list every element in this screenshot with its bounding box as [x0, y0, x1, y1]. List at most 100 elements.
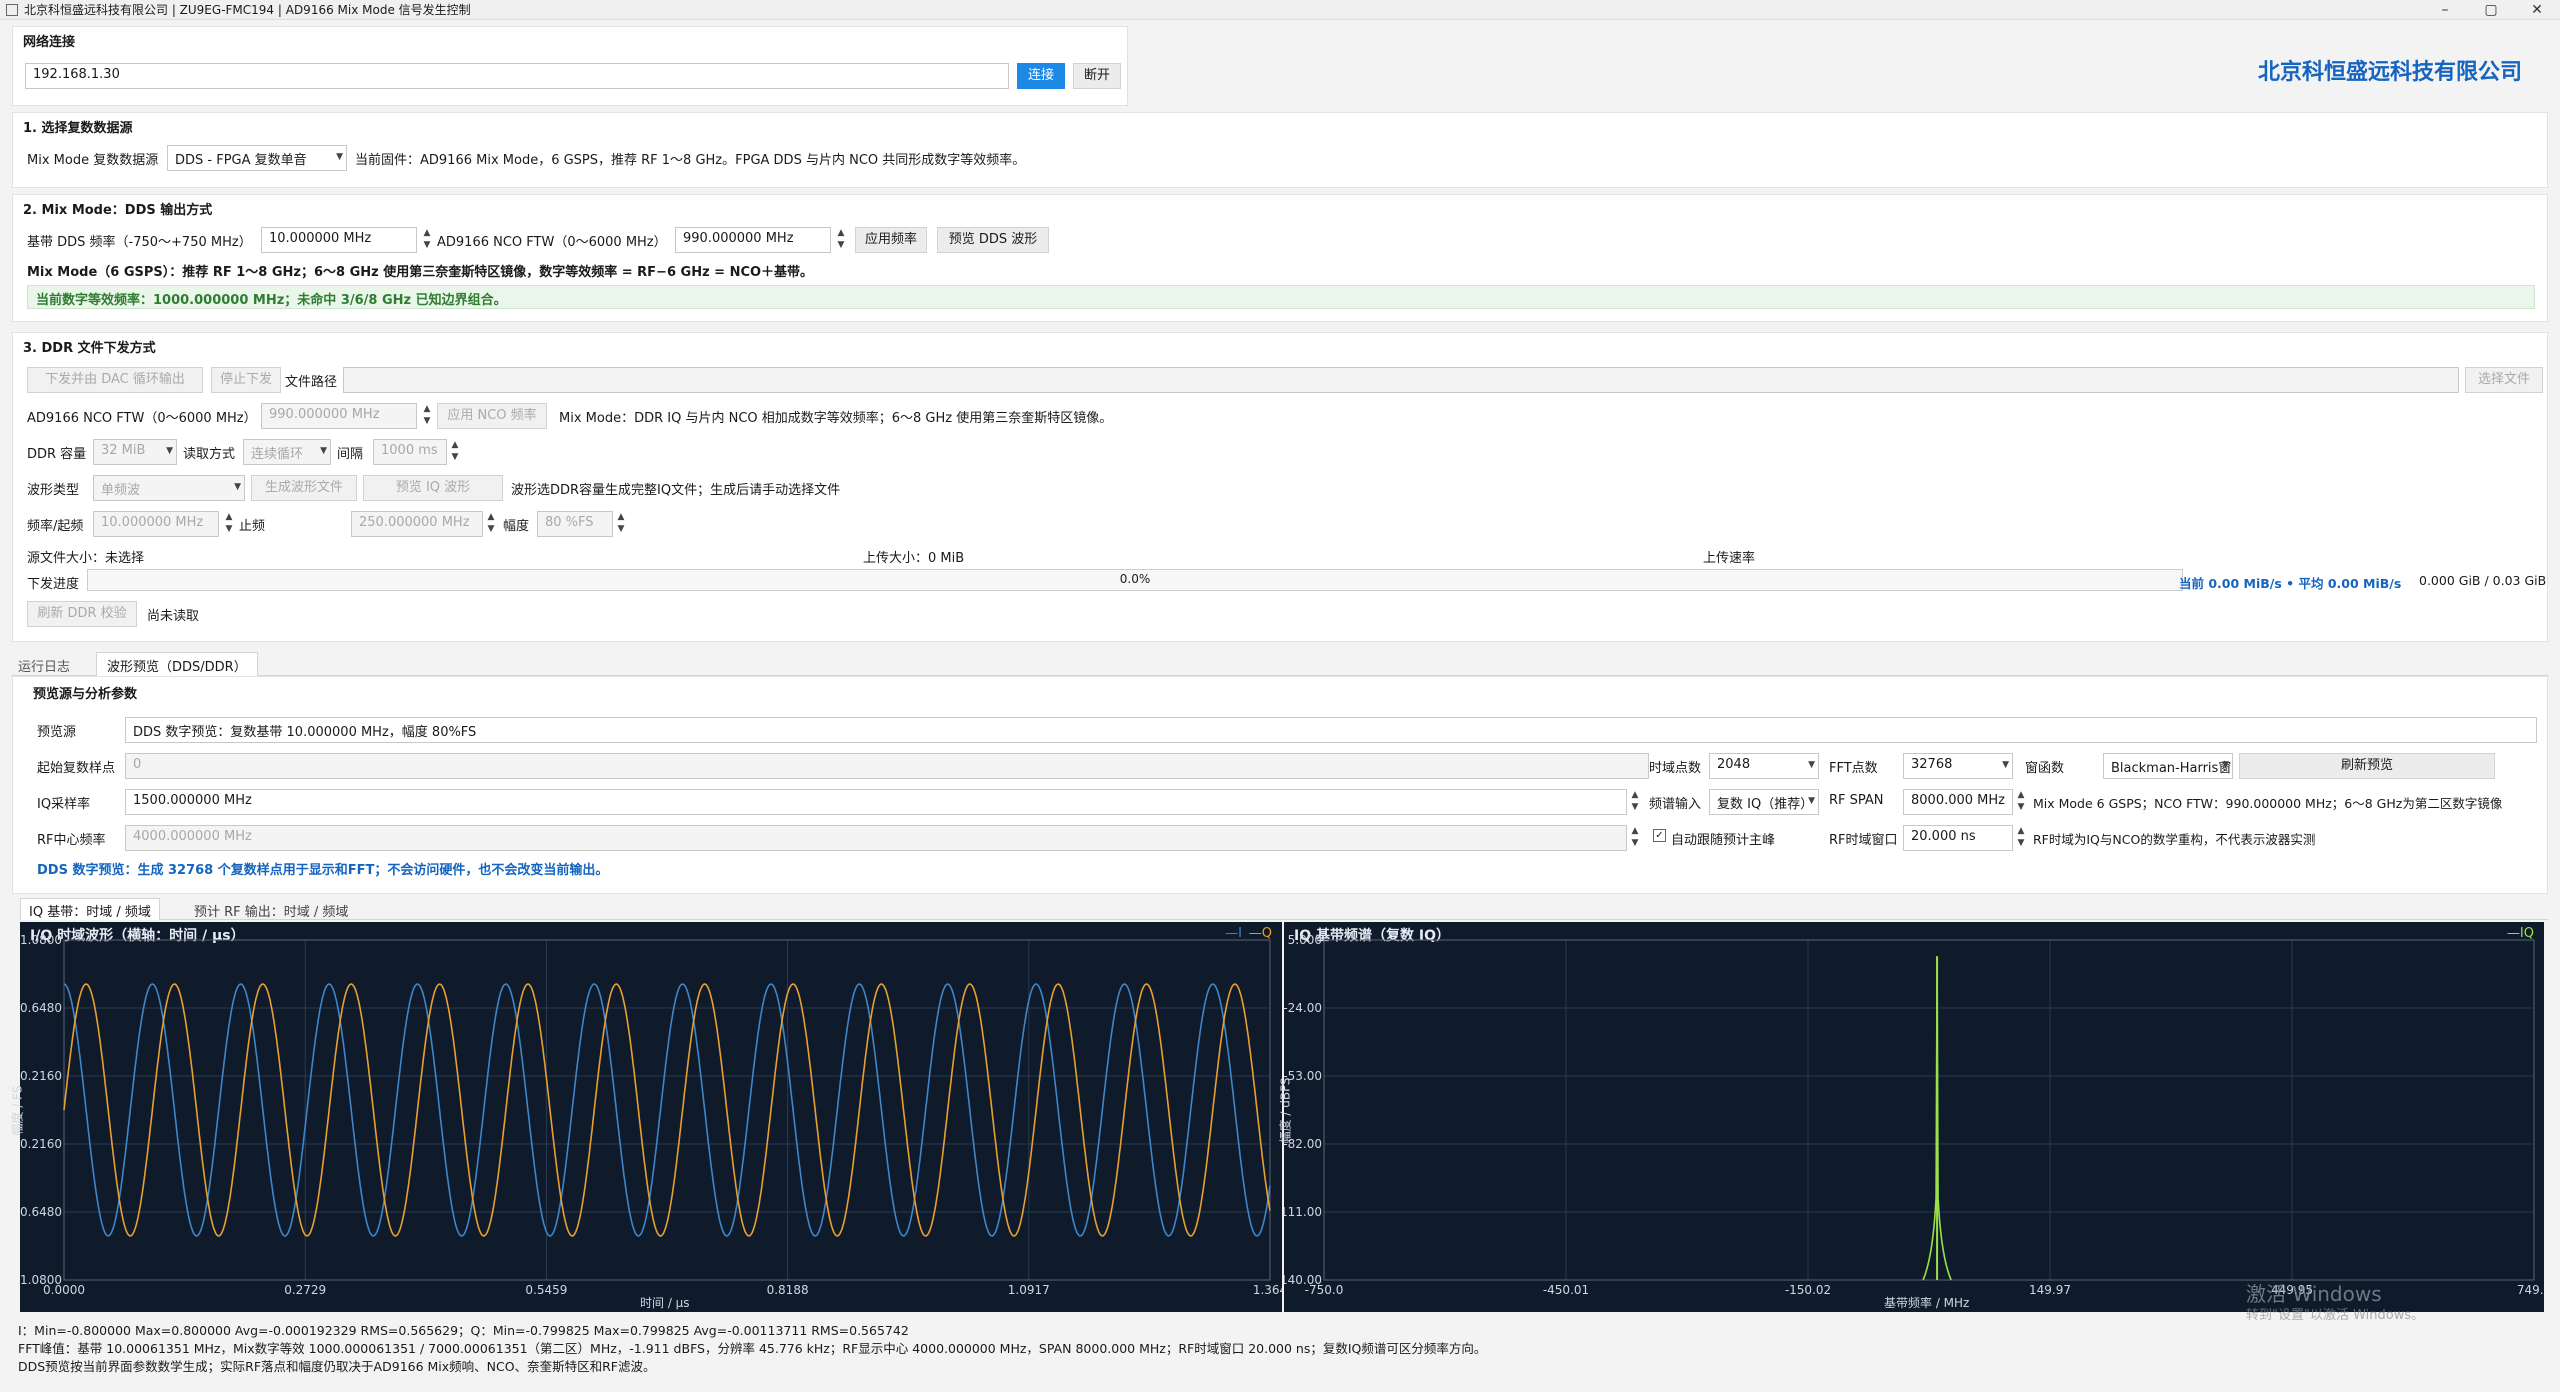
tab-rf-output[interactable]: 预计 RF 输出：时域 / 频域 [194, 901, 348, 920]
ddr-read-status: 尚未读取 [147, 609, 200, 624]
y-tick-label: 5.000 [1288, 933, 1322, 947]
stop-freq-spin-icon[interactable]: ▲ ▼ [483, 511, 499, 537]
spec-input-select[interactable]: 复数 IQ（推荐） ▼ [1709, 789, 1819, 815]
read-mode-select[interactable]: 连续循环 ▼ [243, 439, 331, 465]
y-tick-label: -1.0800 [20, 1273, 62, 1287]
time-xlabel: 时间 / μs [640, 1296, 690, 1310]
iq-rate-input[interactable]: 1500.000000 MHz [125, 789, 1627, 815]
fft-points-label: FFT点数 [1829, 761, 1878, 776]
window-func-label: 窗函数 [2025, 761, 2065, 776]
network-panel: 网络连接 192.168.1.30 连接 断开 [12, 26, 1128, 106]
tab-log[interactable]: 运行日志 [18, 656, 70, 675]
amp-spin-icon[interactable]: ▲ ▼ [613, 511, 629, 537]
spec-input-label: 频谱输入 [1649, 797, 1702, 812]
start-sample-input[interactable]: 0 [125, 753, 1649, 779]
window-title: 北京科恒盛远科技有限公司 | ZU9EG-FMC194 | AD9166 Mix… [24, 3, 471, 17]
freq-spin-icon[interactable]: ▲ ▼ [221, 511, 237, 537]
choose-file-button[interactable]: 选择文件 [2465, 367, 2543, 393]
sub-tab-bar: IQ 基带：时域 / 频域 预计 RF 输出：时域 / 频域 [20, 898, 2548, 920]
ddr-cap-select[interactable]: 32 MiB ▼ [93, 439, 177, 465]
section-data-source: 1. 选择复数数据源 Mix Mode 复数数据源 DDS - FPGA 复数单… [12, 112, 2548, 188]
freq-input[interactable]: 10.000000 MHz [93, 511, 219, 537]
ddr-nco-spin-icon[interactable]: ▲ ▼ [419, 403, 435, 429]
stop-freq-input[interactable]: 250.000000 MHz [351, 511, 483, 537]
y-tick-label: 1.0800 [20, 933, 62, 947]
span-input[interactable]: 8000.000 MHz [1903, 789, 2013, 815]
mix-info: Mix Mode 6 GSPS；NCO FTW：990.000000 MHz；6… [2033, 796, 2503, 811]
main-tab-bar: 运行日志 波形预览（DDS/DDR） [12, 652, 2548, 676]
iq-rate-spin-icon[interactable]: ▲ ▼ [1627, 789, 1643, 815]
dds-freq-input[interactable]: 10.000000 MHz [261, 227, 417, 253]
rf-center-input[interactable]: 4000.000000 MHz [125, 825, 1627, 851]
amp-input[interactable]: 80 %FS [537, 511, 613, 537]
dac-send-button[interactable]: 下发并由 DAC 循环输出 [27, 367, 203, 393]
activate-windows-watermark: 激活 Windows [2246, 1282, 2382, 1306]
series-q-line [63, 983, 1271, 1237]
section3-title: 3. DDR 文件下发方式 [23, 341, 156, 356]
ddr-nco-input[interactable]: 990.000000 MHz [261, 403, 417, 429]
td-points-select[interactable]: 2048 ▼ [1709, 753, 1819, 779]
chevron-down-icon: ▼ [166, 446, 173, 456]
src-size-label: 源文件大小：未选择 [27, 551, 145, 566]
disconnect-button[interactable]: 断开 [1073, 63, 1121, 89]
refresh-preview-button[interactable]: 刷新预览 [2239, 753, 2495, 779]
ddr-mix-note: Mix Mode：DDR IQ 与片内 NCO 相加成数字等效频率；6～8 GH… [559, 411, 1113, 426]
nco-freq-input[interactable]: 990.000000 MHz [675, 227, 831, 253]
td-points-label: 时域点数 [1649, 761, 1702, 776]
connect-button[interactable]: 连接 [1017, 63, 1065, 89]
y-tick-label: -24.00 [1284, 1001, 1322, 1015]
stats-line-1: I：Min=-0.800000 Max=0.800000 Avg=-0.0001… [18, 1323, 909, 1338]
network-title: 网络连接 [23, 35, 76, 50]
upload-size-label: 上传大小：0 MiB [863, 551, 965, 566]
dds-freq-label: 基带 DDS 频率（-750～+750 MHz） [27, 235, 252, 250]
close-icon[interactable]: ✕ [2514, 2, 2560, 18]
section-dds: 2. Mix Mode：DDS 输出方式 基带 DDS 频率（-750～+750… [12, 194, 2548, 322]
ip-input[interactable]: 192.168.1.30 [25, 63, 1009, 89]
preview-iq-button[interactable]: 预览 IQ 波形 [363, 475, 503, 501]
upload-rate-label: 上传速率 [1703, 551, 1756, 566]
spectrum-svg: -750.0-450.01-150.02149.97449.95749.95.0… [1284, 933, 2544, 1297]
preview-src-label: 预览源 [37, 725, 77, 740]
progress-text: 0.0% [1119, 572, 1151, 586]
chevron-down-icon: ▼ [1808, 796, 1815, 806]
maximize-icon[interactable]: ▢ [2468, 2, 2514, 18]
time-ylabel: 幅度 / FS [10, 1085, 25, 1136]
auto-follow-checkbox[interactable]: ✓ [1653, 829, 1666, 842]
interval-input[interactable]: 1000 ms [373, 439, 447, 465]
apply-nco-button[interactable]: 应用 NCO 频率 [437, 403, 547, 429]
iq-rate-label: IQ采样率 [37, 797, 91, 812]
chevron-down-icon: ▼ [1808, 760, 1815, 770]
file-path-input[interactable] [343, 367, 2459, 393]
interval-spin-icon[interactable]: ▲ ▼ [447, 439, 463, 465]
tab-wave-preview[interactable]: 波形预览（DDS/DDR） [96, 652, 258, 676]
company-name: 北京科恒盛远科技有限公司 [2258, 60, 2523, 85]
dds-freq-spin-icon[interactable]: ▲ ▼ [419, 227, 435, 253]
nco-freq-spin-icon[interactable]: ▲ ▼ [833, 227, 849, 253]
gen-wave-button[interactable]: 生成波形文件 [251, 475, 357, 501]
source-select[interactable]: DDS - FPGA 复数单音 ▼ [167, 145, 347, 171]
x-tick-label: 0.8188 [767, 1283, 809, 1297]
window-func-select[interactable]: Blackman-Harris窗 ▼ [2103, 753, 2233, 779]
wave-type-select[interactable]: 单频波 ▼ [93, 475, 245, 501]
rf-window-label: RF时域窗口 [1829, 833, 1898, 848]
freq-ylabel: 幅度 / dBFS [1278, 1077, 1293, 1144]
mix-mode-note: Mix Mode（6 GSPS）：推荐 RF 1～8 GHz；6～8 GHz 使… [27, 265, 814, 280]
preview-src-field: DDS 数字预览：复数基带 10.000000 MHz，幅度 80%FS [125, 717, 2537, 743]
rf-window-input[interactable]: 20.000 ns [1903, 825, 2013, 851]
fft-points-select[interactable]: 32768 ▼ [1903, 753, 2013, 779]
rf-center-spin-icon[interactable]: ▲ ▼ [1627, 825, 1643, 851]
ddr-cap-label: DDR 容量 [27, 447, 87, 462]
start-sample-label: 起始复数样点 [37, 761, 116, 776]
ddr-nco-label: AD9166 NCO FTW（0～6000 MHz） [27, 411, 257, 426]
refresh-ddr-button[interactable]: 刷新 DDR 校验 [27, 601, 137, 627]
preview-dds-button[interactable]: 预览 DDS 波形 [937, 227, 1049, 253]
minimize-icon[interactable]: – [2422, 2, 2468, 18]
rf-window-spin-icon[interactable]: ▲ ▼ [2013, 825, 2029, 851]
apply-freq-button[interactable]: 应用频率 [855, 227, 927, 253]
chevron-down-icon: ▼ [2002, 760, 2009, 770]
stop-send-button[interactable]: 停止下发 [211, 367, 281, 393]
chevron-down-icon: ▼ [234, 482, 241, 492]
chevron-down-icon: ▼ [2222, 760, 2229, 770]
tab-iq-baseband[interactable]: IQ 基带：时域 / 频域 [20, 898, 160, 920]
span-spin-icon[interactable]: ▲ ▼ [2013, 789, 2029, 815]
